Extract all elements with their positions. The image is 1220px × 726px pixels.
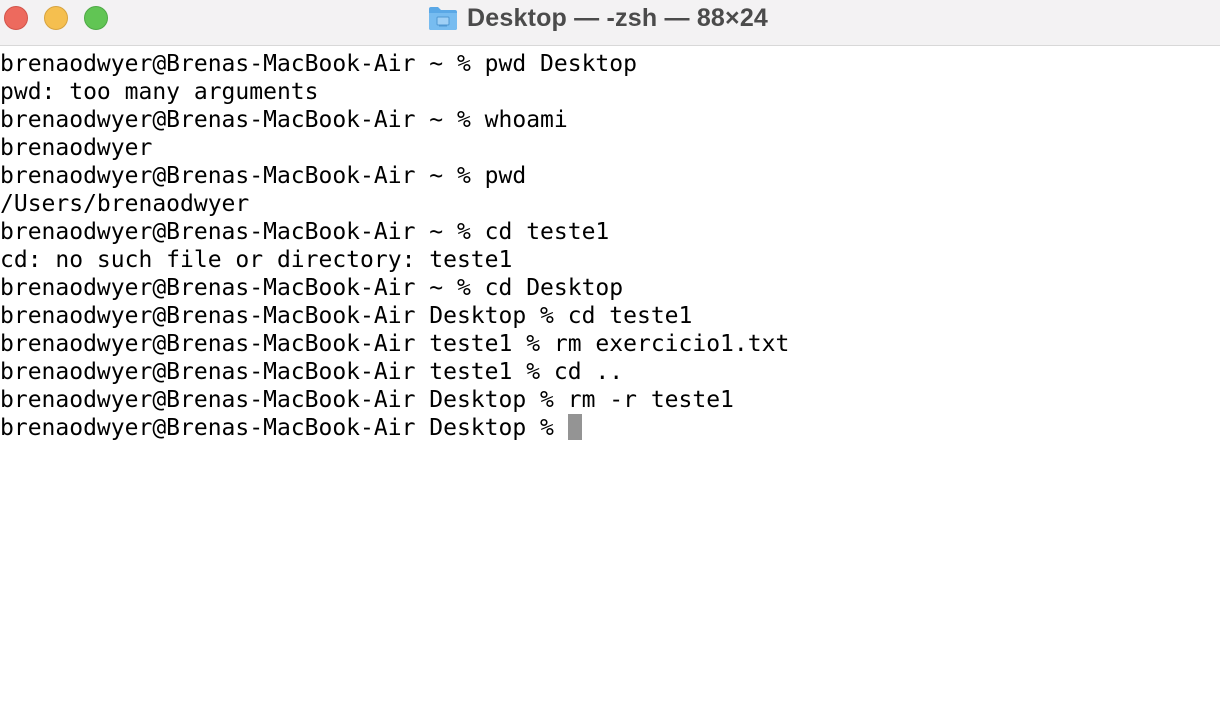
terminal-line: /Users/brenaodwyer xyxy=(0,191,250,217)
terminal-line: brenaodwyer@Brenas-MacBook-Air teste1 % … xyxy=(0,331,790,357)
terminal-output[interactable]: brenaodwyer@Brenas-MacBook-Air ~ % pwd D… xyxy=(0,50,1220,726)
terminal-line: cd: no such file or directory: teste1 xyxy=(0,247,513,273)
terminal-line: brenaodwyer@Brenas-MacBook-Air ~ % cd te… xyxy=(0,219,610,245)
terminal-window: Desktop — -zsh — 88×24 brenaodwyer@Brena… xyxy=(0,0,1220,726)
terminal-line: brenaodwyer@Brenas-MacBook-Air teste1 % … xyxy=(0,359,624,385)
close-button[interactable] xyxy=(4,6,28,30)
terminal-line: pwd: too many arguments xyxy=(0,79,319,105)
folder-icon xyxy=(428,5,458,31)
minimize-button[interactable] xyxy=(44,6,68,30)
terminal-line: brenaodwyer@Brenas-MacBook-Air ~ % pwd D… xyxy=(0,51,637,77)
prompt-text: brenaodwyer@Brenas-MacBook-Air Desktop % xyxy=(0,415,568,441)
terminal-line: brenaodwyer@Brenas-MacBook-Air ~ % whoam… xyxy=(0,107,568,133)
terminal-line: brenaodwyer@Brenas-MacBook-Air ~ % pwd xyxy=(0,163,527,189)
prompt-line[interactable]: brenaodwyer@Brenas-MacBook-Air Desktop % xyxy=(0,414,1220,442)
title-bar[interactable]: Desktop — -zsh — 88×24 xyxy=(0,0,1220,46)
terminal-line: brenaodwyer@Brenas-MacBook-Air Desktop %… xyxy=(0,387,734,413)
terminal-line: brenaodwyer@Brenas-MacBook-Air ~ % cd De… xyxy=(0,275,624,301)
zoom-button[interactable] xyxy=(84,6,108,30)
terminal-line: brenaodwyer@Brenas-MacBook-Air Desktop %… xyxy=(0,303,693,329)
terminal-line: brenaodwyer xyxy=(0,135,153,161)
window-title-group: Desktop — -zsh — 88×24 xyxy=(428,2,768,34)
window-title: Desktop — -zsh — 88×24 xyxy=(467,3,769,32)
text-cursor xyxy=(567,414,582,440)
